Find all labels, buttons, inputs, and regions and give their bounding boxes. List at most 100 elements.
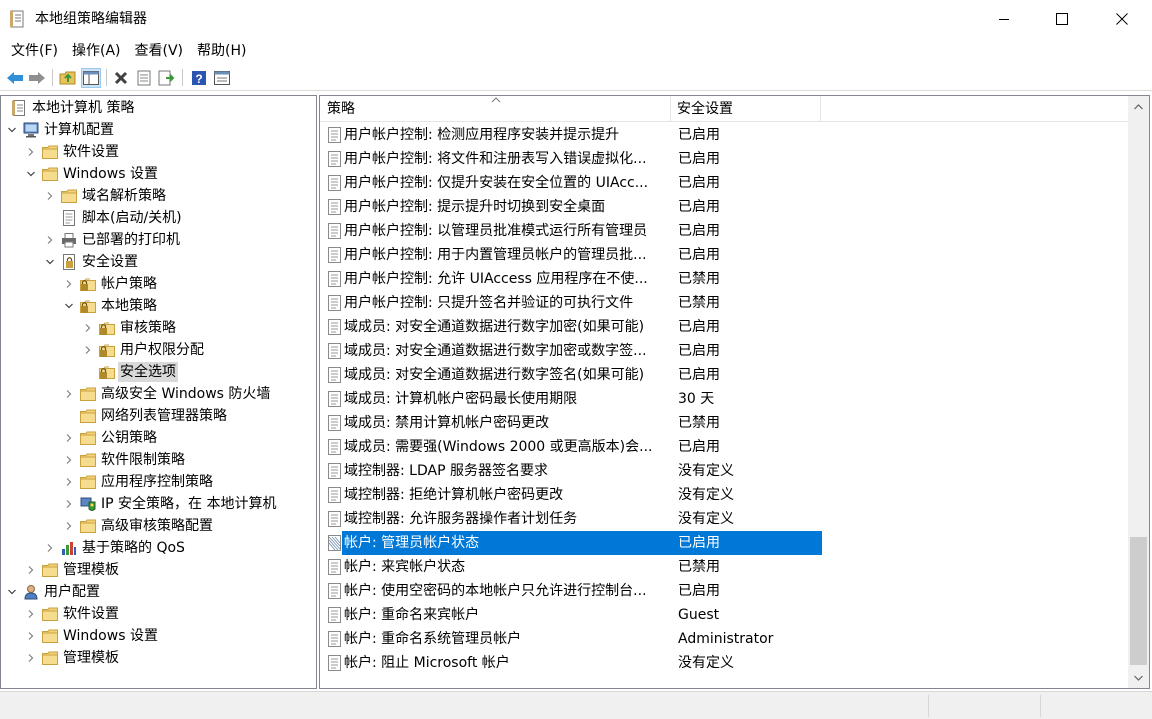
expand-toggle[interactable] [43,541,57,555]
scroll-up-icon [1134,103,1143,109]
tree-item[interactable]: 基于策略的 QoS [43,537,187,559]
table-row[interactable]: 帐户: 阻止 Microsoft 帐户 没有定义 [320,651,1130,675]
maximize-button[interactable] [1033,0,1091,38]
expand-toggle[interactable] [43,189,57,203]
scroll-down-button[interactable] [1128,667,1149,688]
expand-toggle[interactable] [81,321,95,335]
collapse-toggle[interactable] [5,585,19,599]
tree-item[interactable]: Windows 设置 [24,163,160,185]
expand-toggle[interactable] [62,387,76,401]
table-row[interactable]: 用户帐户控制: 只提升签名并验证的可执行文件 已禁用 [320,291,1130,315]
tree-item[interactable]: 应用程序控制策略 [62,471,215,493]
collapse-toggle[interactable] [43,255,57,269]
table-row[interactable]: 域成员: 对安全通道数据进行数字加密或数字签... 已启用 [320,339,1130,363]
tree-item[interactable]: 用户配置 [5,581,102,603]
table-row[interactable]: 帐户: 来宾帐户状态 已禁用 [320,555,1130,579]
table-row[interactable]: 域成员: 对安全通道数据进行数字加密(如果可能) 已启用 [320,315,1130,339]
tree-item[interactable]: 高级安全 Windows 防火墙 [62,383,272,405]
tree-item[interactable]: 计算机配置 [5,119,116,141]
collapse-toggle[interactable] [24,167,38,181]
column-header-setting[interactable]: 安全设置 [670,96,820,122]
table-row[interactable]: 域控制器: 拒绝计算机帐户密码更改 没有定义 [320,483,1130,507]
table-row[interactable]: 帐户: 重命名来宾帐户 Guest [320,603,1130,627]
table-row[interactable]: 用户帐户控制: 允许 UIAccess 应用程序在不使... 已禁用 [320,267,1130,291]
table-row[interactable]: 域成员: 需要强(Windows 2000 或更高版本)会... 已启用 [320,435,1130,459]
table-row[interactable]: 用户帐户控制: 用于内置管理员帐户的管理员批... 已启用 [320,243,1130,267]
expand-toggle[interactable] [62,431,76,445]
expand-toggle[interactable] [24,607,38,621]
back-arrow-icon[interactable] [5,68,25,88]
table-row[interactable]: 帐户: 重命名系统管理员帐户 Administrator [320,627,1130,651]
expand-toggle[interactable] [24,145,38,159]
expand-toggle[interactable] [62,453,76,467]
table-row[interactable]: 域控制器: 允许服务器操作者计划任务 没有定义 [320,507,1130,531]
tree-item[interactable]: 本地策略 [62,295,159,317]
up-folder-icon[interactable] [58,68,78,88]
policy-name-cell: 用户帐户控制: 仅提升安装在安全位置的 UIAcc... [344,175,649,191]
tree-item[interactable]: 软件设置 [24,603,121,625]
expand-toggle[interactable] [62,475,76,489]
table-row[interactable]: 域成员: 禁用计算机帐户密码更改 已禁用 [320,411,1130,435]
tree-item[interactable]: 软件限制策略 [62,449,187,471]
view-icon[interactable] [212,68,232,88]
expand-toggle[interactable] [43,233,57,247]
tree-item[interactable]: 管理模板 [24,647,121,669]
tree-item[interactable]: Windows 设置 [24,625,160,647]
forward-arrow-icon[interactable] [27,68,47,88]
scroll-thumb[interactable] [1130,537,1147,665]
tree-item[interactable]: 帐户策略 [62,273,159,295]
tree-item[interactable]: 用户权限分配 [81,339,206,361]
security-setting-cell: 已启用 [678,175,720,191]
tree-item-label: 公钥策略 [101,430,157,446]
tree-item[interactable]: 安全设置 [43,251,140,273]
menu-file[interactable]: 文件(F) [4,39,65,63]
properties-icon[interactable] [134,68,154,88]
tree-item[interactable]: 网络列表管理器策略 [62,405,229,427]
help-icon[interactable]: ? [189,68,209,88]
minimize-button[interactable] [975,0,1033,38]
tree-item[interactable]: 审核策略 [81,317,178,339]
chevron-down-icon [46,259,54,265]
expand-toggle[interactable] [62,277,76,291]
close-button[interactable] [1093,0,1151,38]
expand-toggle[interactable] [24,651,38,665]
expand-toggle[interactable] [24,563,38,577]
tree-item[interactable]: 域名解析策略 [43,185,168,207]
tree-item[interactable]: 高级审核策略配置 [62,515,215,537]
tree-pane[interactable]: 本地计算机 策略 计算机配置 软件设置 Windows 设置 域名解析策略 脚本(启动/关… [0,95,317,689]
tree-item[interactable]: 软件设置 [24,141,121,163]
show-hide-tree-icon[interactable] [81,68,101,88]
table-row[interactable]: 帐户: 管理员帐户状态 已启用 [320,531,1130,555]
tree-item[interactable]: 本地计算机 策略 [5,97,136,119]
tree-item[interactable]: 脚本(启动/关机) [43,207,184,229]
policy-item-icon [327,367,342,383]
menu-help[interactable]: 帮助(H) [190,39,253,63]
menu-view[interactable]: 查看(V) [128,39,191,63]
scroll-up-button[interactable] [1128,96,1149,117]
table-row[interactable]: 域控制器: LDAP 服务器签名要求 没有定义 [320,459,1130,483]
list-pane[interactable]: 策略 安全设置 用户帐户控制: 检测应用程序安装并提示提升 已启用 用户帐户控制: … [319,95,1150,689]
expand-toggle[interactable] [62,497,76,511]
delete-icon[interactable] [111,68,131,88]
tree-item[interactable]: IP 安全策略，在 本地计算机 [62,493,278,515]
tree-item[interactable]: 安全选项 [81,361,178,383]
tree-item[interactable]: 管理模板 [24,559,121,581]
collapse-toggle[interactable] [5,123,19,137]
table-row[interactable]: 用户帐户控制: 将文件和注册表写入错误虚拟化... 已启用 [320,147,1130,171]
table-row[interactable]: 用户帐户控制: 检测应用程序安装并提示提升 已启用 [320,123,1130,147]
expand-toggle[interactable] [62,519,76,533]
table-row[interactable]: 用户帐户控制: 提示提升时切换到安全桌面 已启用 [320,195,1130,219]
menu-action[interactable]: 操作(A) [65,39,128,63]
table-row[interactable]: 域成员: 对安全通道数据进行数字签名(如果可能) 已启用 [320,363,1130,387]
table-row[interactable]: 用户帐户控制: 仅提升安装在安全位置的 UIAcc... 已启用 [320,171,1130,195]
table-row[interactable]: 域成员: 计算机帐户密码最长使用期限 30 天 [320,387,1130,411]
vertical-scrollbar[interactable] [1128,96,1149,688]
expand-toggle[interactable] [24,629,38,643]
tree-item[interactable]: 公钥策略 [62,427,159,449]
export-list-icon[interactable] [157,68,177,88]
tree-item[interactable]: 已部署的打印机 [43,229,182,251]
expand-toggle[interactable] [81,343,95,357]
table-row[interactable]: 帐户: 使用空密码的本地帐户只允许进行控制台... 已启用 [320,579,1130,603]
collapse-toggle[interactable] [62,299,76,313]
table-row[interactable]: 用户帐户控制: 以管理员批准模式运行所有管理员 已启用 [320,219,1130,243]
